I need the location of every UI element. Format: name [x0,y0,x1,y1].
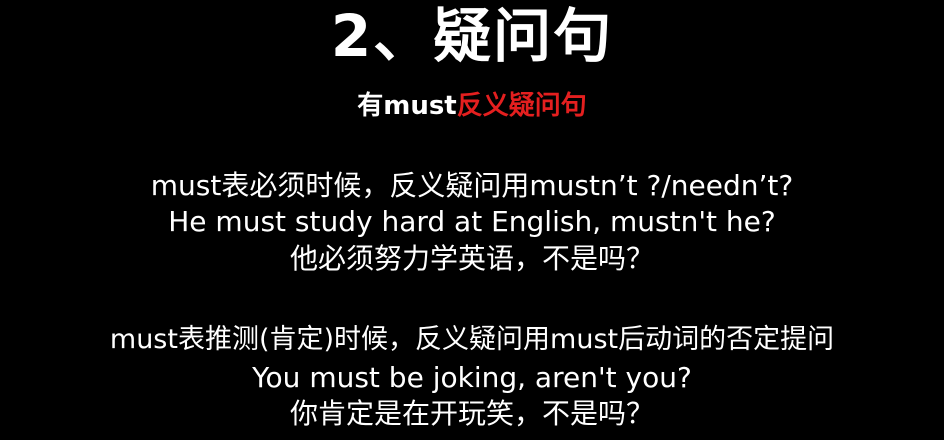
example-english-1: He must study hard at English, mustn't h… [168,205,776,238]
rule-must-necessity: must表必须时候，反义疑问用mustn’t ?/needn’t? [150,169,794,202]
slide-subtitle: 有must反义疑问句 [0,88,944,124]
slide: 2、疑问句 有must反义疑问句 must表必须时候，反义疑问用mustn’t … [0,0,944,440]
slide-title: 2、疑问句 [330,2,614,70]
subtitle-highlight: 反义疑问句 [456,91,587,121]
example-chinese-2: 你肯定是在开玩笑，不是吗？ [289,397,654,430]
rule-must-inference: must表推测(肯定)时候，反义疑问用must后动词的否定提问 [109,324,835,355]
subtitle-prefix: 有must [357,91,457,121]
example-english-2: You must be joking, aren't you? [252,361,692,394]
example-chinese-1: 他必须努力学英语，不是吗？ [289,242,654,275]
